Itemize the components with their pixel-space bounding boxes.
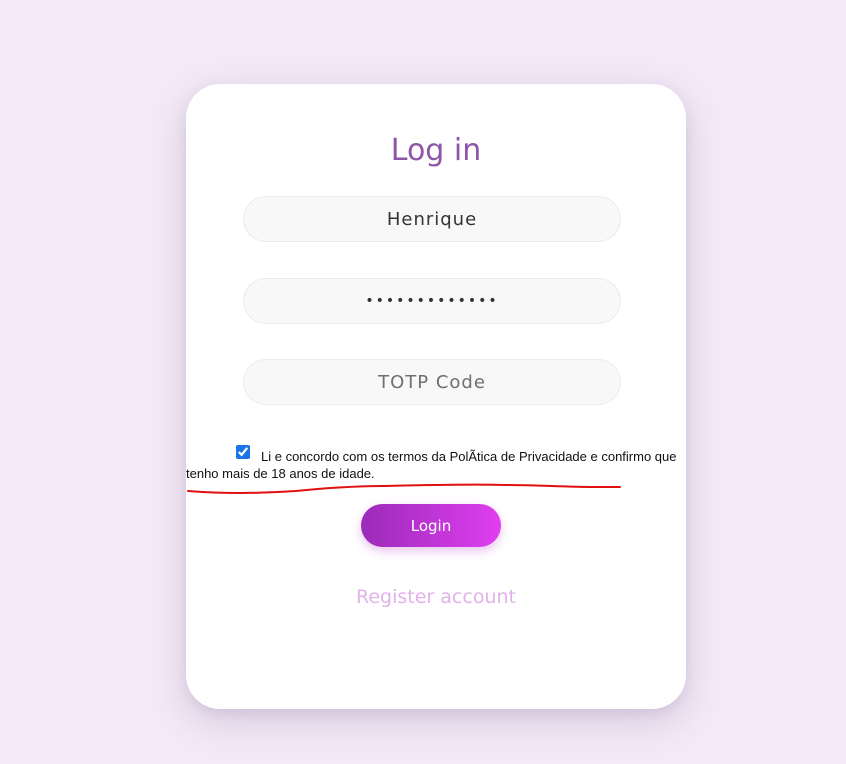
totp-code-field[interactable] [243, 359, 621, 405]
login-button[interactable]: Login [361, 504, 501, 547]
consent-checkbox[interactable] [236, 445, 250, 459]
consent-text-line1: Li e concordo com os termos da PolÃtica … [261, 449, 677, 464]
consent-text-line2: tenho mais de 18 anos de idade. [186, 466, 375, 481]
password-field[interactable] [243, 278, 621, 324]
page-title: Log in [390, 133, 482, 168]
login-card: Log in Li e concordo com os termos da Po… [186, 84, 686, 709]
register-account-link[interactable]: Register account [186, 586, 686, 608]
username-field[interactable] [243, 196, 621, 242]
